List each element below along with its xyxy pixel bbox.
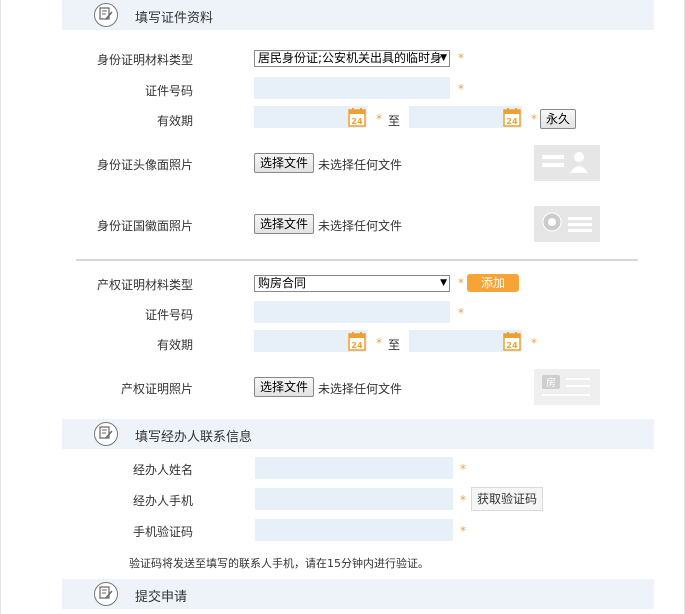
required-mark: * xyxy=(458,306,464,320)
calendar-icon[interactable]: 24 xyxy=(503,108,521,127)
required-mark: * xyxy=(531,336,537,350)
edit-form-icon xyxy=(94,3,118,27)
edit-form-icon xyxy=(94,422,118,446)
required-mark: * xyxy=(458,82,464,96)
id-back-file-status: 未选择任何文件 xyxy=(318,219,403,233)
id-back-photo-label: 身份证国徽面照片 xyxy=(96,219,193,233)
property-material-type-label: 产权证明材料类型 xyxy=(96,278,193,292)
required-mark: * xyxy=(460,462,466,476)
edit-form-icon xyxy=(94,582,118,606)
section-header-id-info: 填写证件资料 xyxy=(62,0,654,30)
required-mark: * xyxy=(376,112,382,126)
add-property-button[interactable]: 添加 xyxy=(467,274,519,292)
agent-name-label: 经办人姓名 xyxy=(132,463,193,477)
date-range-separator: 至 xyxy=(388,114,401,128)
id-material-type-label: 身份证明材料类型 xyxy=(96,53,193,67)
property-material-type-select[interactable]: 购房合同 ▼ xyxy=(254,275,450,292)
permanent-button[interactable]: 永久 xyxy=(540,109,577,129)
property-validity-label: 有效期 xyxy=(156,338,193,352)
date-range-separator: 至 xyxy=(388,338,401,352)
id-front-file-status: 未选择任何文件 xyxy=(318,158,403,172)
section-title: 提交申请 xyxy=(135,590,188,605)
agent-name-input[interactable] xyxy=(255,457,453,479)
svg-text:24: 24 xyxy=(351,341,363,350)
agent-phone-input[interactable] xyxy=(255,488,453,510)
required-mark: * xyxy=(531,112,537,126)
id-card-front-icon xyxy=(542,152,588,173)
section-title: 填写证件资料 xyxy=(135,11,214,26)
calendar-icon[interactable]: 24 xyxy=(348,108,366,127)
property-file-button[interactable]: 选择文件 xyxy=(254,377,315,397)
property-certificate-icon: 房 xyxy=(542,375,590,396)
id-cert-no-label: 证件号码 xyxy=(144,84,193,98)
agent-phone-label: 经办人手机 xyxy=(132,494,193,508)
calendar-icon[interactable]: 24 xyxy=(503,332,521,351)
section-header-agent-info: 填写经办人联系信息 xyxy=(62,419,654,449)
calendar-icon[interactable]: 24 xyxy=(348,332,366,351)
section-title: 填写经办人联系信息 xyxy=(135,430,253,445)
verification-code-label: 手机验证码 xyxy=(132,525,193,539)
required-mark: * xyxy=(460,493,466,507)
id-front-sample-image xyxy=(534,145,600,181)
section-header-submit: 提交申请 xyxy=(62,579,654,609)
svg-text:24: 24 xyxy=(506,117,518,126)
id-card-emblem-icon xyxy=(542,212,592,232)
svg-text:房: 房 xyxy=(546,376,556,389)
select-value: 居民身份证;公安机关出具的临时身 xyxy=(258,51,443,65)
get-verification-code-button[interactable]: 获取验证码 xyxy=(471,487,544,511)
required-mark: * xyxy=(376,336,382,350)
required-mark: * xyxy=(458,51,464,65)
svg-text:24: 24 xyxy=(506,341,518,350)
verification-note: 验证码将发送至填写的联系人手机，请在15分钟内进行验证。 xyxy=(129,557,429,570)
id-validity-label: 有效期 xyxy=(156,114,193,128)
property-cert-no-label: 证件号码 xyxy=(144,308,193,322)
id-cert-no-input[interactable] xyxy=(254,77,450,99)
page-border-left xyxy=(0,0,1,614)
svg-text:24: 24 xyxy=(351,117,363,126)
select-value: 购房合同 xyxy=(258,276,307,290)
id-back-file-button[interactable]: 选择文件 xyxy=(254,214,315,234)
verification-code-input[interactable] xyxy=(255,519,453,541)
id-front-file-button[interactable]: 选择文件 xyxy=(254,153,315,173)
property-photo-label: 产权证明照片 xyxy=(120,382,193,396)
property-sample-image: 房 xyxy=(534,369,600,405)
property-cert-no-input[interactable] xyxy=(254,301,450,323)
id-front-photo-label: 身份证头像面照片 xyxy=(96,158,193,172)
dropdown-arrow-icon: ▼ xyxy=(440,53,447,63)
section-divider xyxy=(76,259,638,261)
dropdown-arrow-icon: ▼ xyxy=(440,278,447,288)
property-file-status: 未选择任何文件 xyxy=(318,382,403,396)
required-mark: * xyxy=(458,276,464,290)
id-back-sample-image xyxy=(534,206,600,242)
id-material-type-select[interactable]: 居民身份证;公安机关出具的临时身 ▼ xyxy=(254,50,450,67)
required-mark: * xyxy=(460,524,466,538)
